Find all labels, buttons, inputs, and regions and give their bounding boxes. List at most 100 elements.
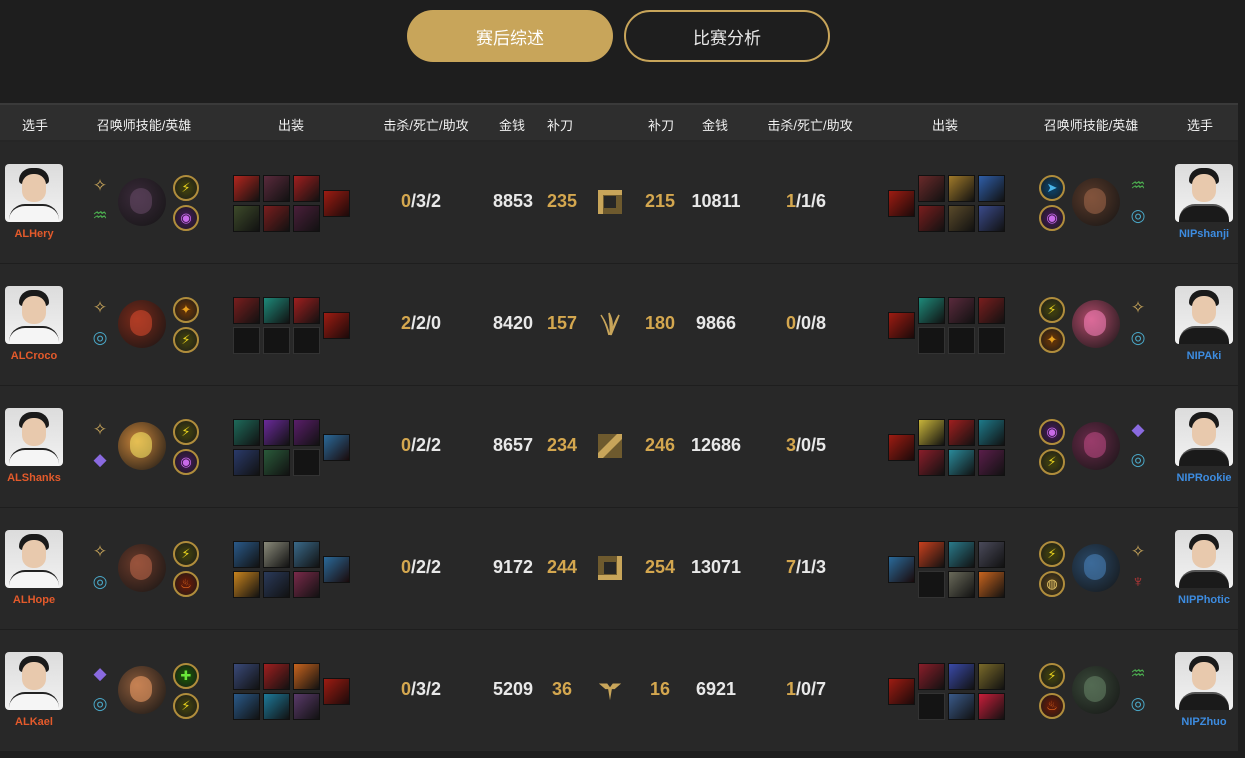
empty-item-slot[interactable] — [233, 327, 260, 354]
item-slot[interactable] — [948, 205, 975, 232]
item-slot[interactable] — [263, 175, 290, 202]
item-slot[interactable] — [293, 419, 320, 446]
item-slot[interactable] — [918, 297, 945, 324]
item-slot[interactable] — [293, 571, 320, 598]
empty-item-slot[interactable] — [918, 693, 945, 720]
item-slot[interactable] — [978, 419, 1005, 446]
item-slot[interactable] — [263, 449, 290, 476]
champion-portrait[interactable] — [1072, 544, 1120, 592]
teleport-spell-icon[interactable]: ◉ — [173, 205, 199, 231]
player-name[interactable]: ALHope — [0, 594, 74, 606]
champion-portrait[interactable] — [118, 666, 166, 714]
item-slot[interactable] — [233, 205, 260, 232]
empty-item-slot[interactable] — [948, 327, 975, 354]
item-slot[interactable] — [948, 175, 975, 202]
champion-portrait[interactable] — [118, 300, 166, 348]
trinket-slot[interactable] — [323, 678, 350, 705]
ghost-spell-icon[interactable]: ⚡ — [173, 175, 199, 201]
item-slot[interactable] — [948, 449, 975, 476]
empty-item-slot[interactable] — [978, 327, 1005, 354]
player-name[interactable]: NIPshanji — [1164, 228, 1244, 240]
item-slot[interactable] — [233, 541, 260, 568]
item-slot[interactable] — [948, 297, 975, 324]
empty-item-slot[interactable] — [918, 327, 945, 354]
ghost-spell-icon[interactable]: ⚡ — [1039, 541, 1065, 567]
player-portrait[interactable] — [1175, 652, 1233, 710]
teleport-spell-icon[interactable]: ◉ — [173, 449, 199, 475]
item-slot[interactable] — [918, 663, 945, 690]
item-slot[interactable] — [978, 205, 1005, 232]
item-slot[interactable] — [293, 663, 320, 690]
player-name[interactable]: NIPZhuo — [1164, 716, 1244, 728]
item-slot[interactable] — [918, 175, 945, 202]
item-slot[interactable] — [948, 419, 975, 446]
player-name[interactable]: NIPPhotic — [1164, 594, 1244, 606]
item-slot[interactable] — [263, 663, 290, 690]
item-slot[interactable] — [233, 419, 260, 446]
ghost-spell-icon[interactable]: ⚡ — [1039, 663, 1065, 689]
empty-item-slot[interactable] — [293, 327, 320, 354]
item-slot[interactable] — [918, 205, 945, 232]
item-slot[interactable] — [918, 419, 945, 446]
trinket-slot[interactable] — [888, 190, 915, 217]
item-slot[interactable] — [948, 571, 975, 598]
trinket-slot[interactable] — [888, 434, 915, 461]
ghost-spell-icon[interactable]: ⚡ — [173, 327, 199, 353]
item-slot[interactable] — [978, 175, 1005, 202]
champion-portrait[interactable] — [1072, 178, 1120, 226]
ghost-spell-icon[interactable]: ⚡ — [1039, 449, 1065, 475]
ghost-spell-icon[interactable]: ⚡ — [173, 693, 199, 719]
player-portrait[interactable] — [1175, 530, 1233, 588]
item-slot[interactable] — [293, 541, 320, 568]
flash-spell-icon[interactable]: ➤ — [1039, 175, 1065, 201]
empty-item-slot[interactable] — [263, 327, 290, 354]
item-slot[interactable] — [263, 205, 290, 232]
player-portrait[interactable] — [5, 408, 63, 466]
player-name[interactable]: ALCroco — [0, 350, 74, 362]
item-slot[interactable] — [918, 541, 945, 568]
item-slot[interactable] — [978, 541, 1005, 568]
item-slot[interactable] — [978, 693, 1005, 720]
player-portrait[interactable] — [5, 286, 63, 344]
player-portrait[interactable] — [5, 164, 63, 222]
item-slot[interactable] — [233, 571, 260, 598]
item-slot[interactable] — [233, 297, 260, 324]
item-slot[interactable] — [978, 449, 1005, 476]
ghost-spell-icon[interactable]: ⚡ — [1039, 297, 1065, 323]
player-name[interactable]: NIPAki — [1164, 350, 1244, 362]
player-portrait[interactable] — [1175, 408, 1233, 466]
item-slot[interactable] — [233, 449, 260, 476]
tab-match-analysis[interactable]: 比赛分析 — [624, 10, 830, 62]
trinket-slot[interactable] — [888, 678, 915, 705]
player-portrait[interactable] — [5, 530, 63, 588]
item-slot[interactable] — [293, 205, 320, 232]
player-name[interactable]: ALKael — [0, 716, 74, 728]
item-slot[interactable] — [948, 663, 975, 690]
item-slot[interactable] — [263, 297, 290, 324]
barrier-spell-icon[interactable]: ◍ — [1039, 571, 1065, 597]
player-name[interactable]: ALShanks — [0, 472, 74, 484]
trinket-slot[interactable] — [323, 434, 350, 461]
empty-item-slot[interactable] — [918, 571, 945, 598]
player-portrait[interactable] — [5, 652, 63, 710]
item-slot[interactable] — [948, 693, 975, 720]
item-slot[interactable] — [263, 571, 290, 598]
smite-spell-icon[interactable]: ✦ — [173, 297, 199, 323]
item-slot[interactable] — [293, 693, 320, 720]
trinket-slot[interactable] — [323, 312, 350, 339]
item-slot[interactable] — [293, 175, 320, 202]
player-portrait[interactable] — [1175, 164, 1233, 222]
player-name[interactable]: ALHery — [0, 228, 74, 240]
ignite-spell-icon[interactable]: ♨ — [1039, 693, 1065, 719]
champion-portrait[interactable] — [118, 178, 166, 226]
ignite-spell-icon[interactable]: ♨ — [173, 571, 199, 597]
champion-portrait[interactable] — [1072, 666, 1120, 714]
smite-spell-icon[interactable]: ✦ — [1039, 327, 1065, 353]
teleport-spell-icon[interactable]: ◉ — [1039, 419, 1065, 445]
item-slot[interactable] — [233, 663, 260, 690]
trinket-slot[interactable] — [323, 556, 350, 583]
tab-postgame-summary[interactable]: 赛后综述 — [407, 10, 613, 62]
champion-portrait[interactable] — [1072, 300, 1120, 348]
empty-item-slot[interactable] — [293, 449, 320, 476]
item-slot[interactable] — [293, 297, 320, 324]
